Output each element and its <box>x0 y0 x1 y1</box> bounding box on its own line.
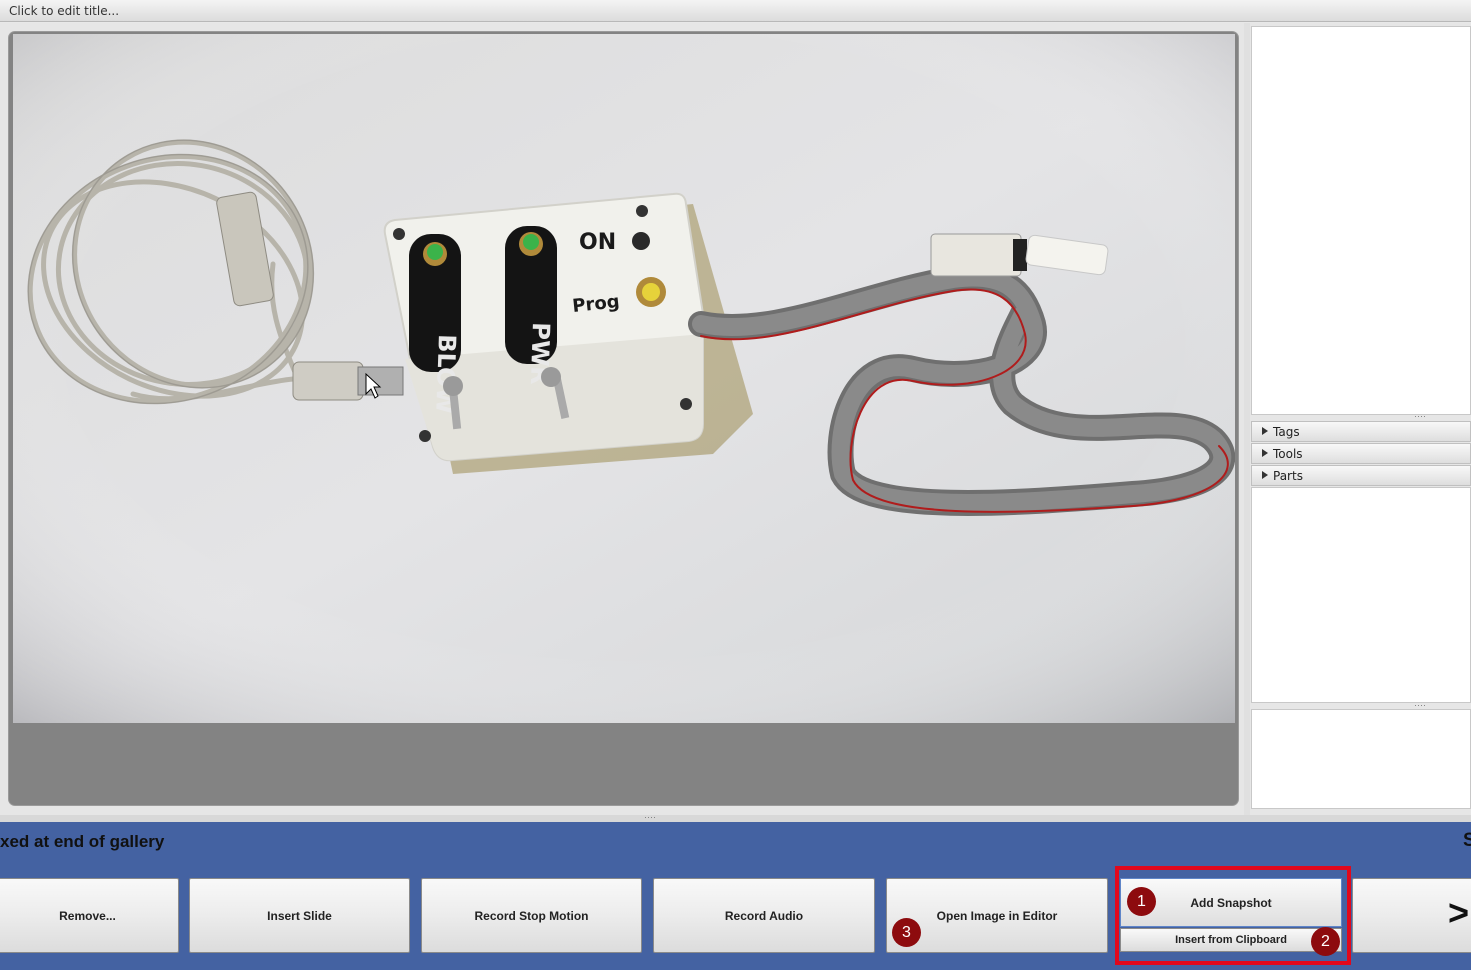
right-panel-content <box>1251 487 1471 703</box>
section-tags[interactable]: Tags <box>1251 421 1471 442</box>
section-parts[interactable]: Parts <box>1251 465 1471 486</box>
horizontal-splitter[interactable]: ···· <box>0 813 1471 822</box>
right-panel-bottom <box>1251 709 1471 809</box>
annotation-badge-2: 2 <box>1311 927 1340 956</box>
insert-slide-button[interactable]: Insert Slide <box>189 878 410 953</box>
expand-arrow-icon <box>1262 427 1268 435</box>
splitter-grip-icon[interactable]: ···· <box>640 813 660 822</box>
title-placeholder[interactable]: Click to edit title... <box>9 4 119 18</box>
title-bar[interactable]: Click to edit title... <box>0 0 1471 22</box>
image-viewer: BLOW PWR ON Prog <box>8 31 1239 806</box>
vertical-splitter[interactable] <box>1244 23 1250 815</box>
on-label: ON <box>579 230 616 255</box>
annotation-badge-1: 1 <box>1127 887 1156 916</box>
gallery-status-text: xed at end of gallery <box>0 832 165 851</box>
splitter-grip-icon[interactable]: ···· <box>1410 412 1430 421</box>
record-stop-motion-button[interactable]: Record Stop Motion <box>421 878 642 953</box>
annotation-badge-3: 3 <box>892 918 921 947</box>
right-panel-sections: Tags Tools Parts <box>1251 421 1471 487</box>
section-tools[interactable]: Tools <box>1251 443 1471 464</box>
section-label: Parts <box>1273 469 1303 483</box>
gallery-status-right: S <box>1463 830 1471 851</box>
remove-button[interactable]: Remove... <box>0 878 179 953</box>
section-label: Tags <box>1273 425 1300 439</box>
snapshot-photo: BLOW PWR ON Prog <box>13 34 1235 723</box>
right-panel-top <box>1251 26 1471 415</box>
next-arrow-icon[interactable]: > <box>1448 892 1469 934</box>
expand-arrow-icon <box>1262 471 1268 479</box>
section-label: Tools <box>1273 447 1303 461</box>
open-image-in-editor-button[interactable]: Open Image in Editor <box>886 878 1108 953</box>
record-audio-button[interactable]: Record Audio <box>653 878 875 953</box>
expand-arrow-icon <box>1262 449 1268 457</box>
